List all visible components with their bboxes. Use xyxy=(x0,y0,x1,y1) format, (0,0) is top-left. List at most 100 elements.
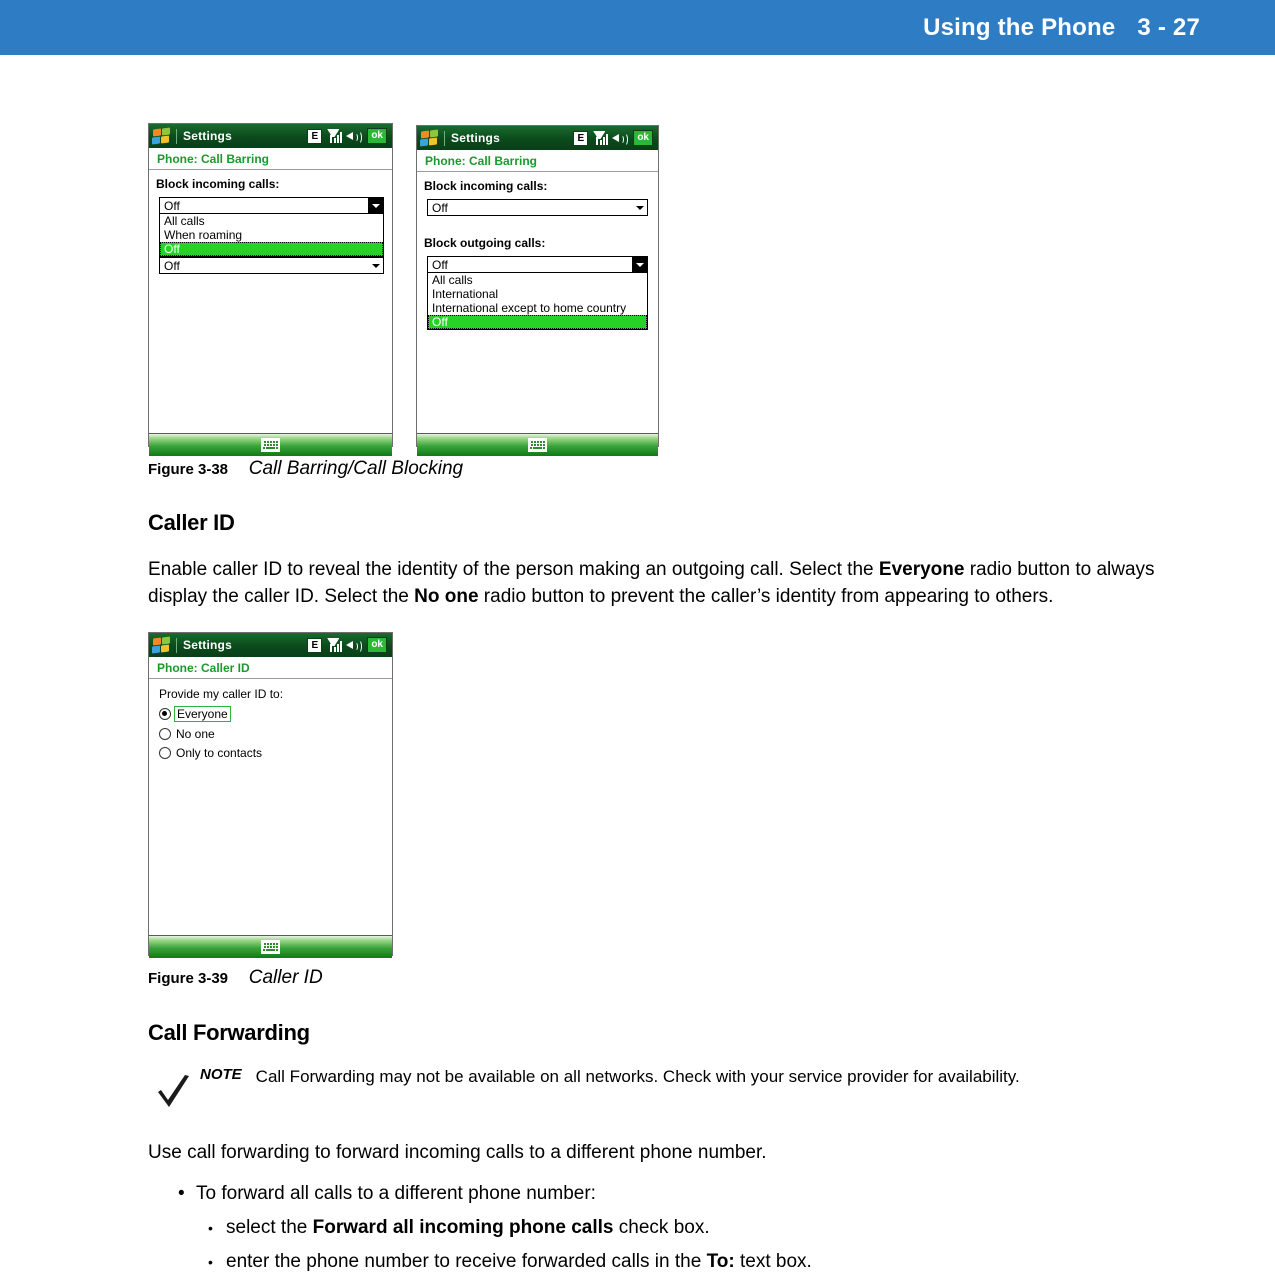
note-text: Call Forwarding may not be available on … xyxy=(255,1067,1020,1086)
dropdown-option-selected[interactable]: Off xyxy=(428,315,647,329)
figure-number: Figure 3-38 xyxy=(148,461,229,478)
titlebar-divider xyxy=(444,130,445,146)
chevron-down-icon[interactable] xyxy=(632,257,647,272)
windows-start-icon[interactable] xyxy=(152,635,171,654)
dropdown-option[interactable]: When roaming xyxy=(160,228,383,242)
radio-option-everyone[interactable]: Everyone xyxy=(159,706,392,722)
list-item: To forward all calls to a different phon… xyxy=(170,1177,1210,1279)
figure-title: Call Barring/Call Blocking xyxy=(248,458,464,479)
sub-bullet-bold: Forward all incoming phone calls xyxy=(312,1217,614,1238)
sub-bullet-text: check box. xyxy=(613,1217,710,1238)
edge-network-icon: E xyxy=(573,130,589,146)
dropdown-option[interactable]: International except to home country xyxy=(428,301,647,315)
ok-button[interactable]: ok xyxy=(367,128,387,144)
block-incoming-calls-label: Block incoming calls: xyxy=(156,177,280,191)
checkmark-icon xyxy=(156,1066,200,1119)
dropdown-option-selected[interactable]: Off xyxy=(160,242,383,256)
sub-bullet-text: text box. xyxy=(734,1251,812,1272)
speaker-volume-icon[interactable] xyxy=(346,130,363,144)
block-outgoing-calls-dropdown[interactable]: All calls International International ex… xyxy=(427,273,648,330)
call-forwarding-sub-list: select the Forward all incoming phone ca… xyxy=(196,1211,1210,1279)
block-incoming-calls-label: Block incoming calls: xyxy=(424,179,548,193)
chevron-down-icon[interactable] xyxy=(368,198,383,213)
note-block: NOTE Call Forwarding may not be availabl… xyxy=(156,1066,1206,1119)
device-body: Provide my caller ID to: Everyone No one… xyxy=(149,679,392,935)
device-titlebar: Settings E ok xyxy=(149,633,392,657)
caller-id-prompt: Provide my caller ID to: xyxy=(159,687,284,701)
block-incoming-calls-dropdown[interactable]: All calls When roaming Off xyxy=(159,214,384,257)
combo-value: Off xyxy=(164,198,180,213)
page-header-content: Using the Phone 3 - 27 xyxy=(923,0,1200,55)
ok-button[interactable]: ok xyxy=(633,130,653,146)
windows-start-icon[interactable] xyxy=(152,126,171,145)
figure-number: Figure 3-39 xyxy=(148,970,229,987)
speaker-volume-icon[interactable] xyxy=(346,639,363,653)
section-heading-call-forwarding: Call Forwarding xyxy=(148,1020,310,1045)
signal-strength-icon[interactable] xyxy=(327,129,343,143)
radio-icon-selected[interactable] xyxy=(159,708,171,720)
chevron-down-icon[interactable] xyxy=(632,200,647,215)
block-incoming-calls-combo[interactable]: Off xyxy=(159,197,384,214)
dropdown-option[interactable]: All calls xyxy=(428,273,647,287)
paragraph-text: Enable caller ID to reveal the identity … xyxy=(148,559,879,580)
screenshot-call-barring-outgoing: Settings E ok Phone: Call Barring Block … xyxy=(416,125,659,456)
combo-value: Off xyxy=(432,257,448,272)
signal-strength-icon[interactable] xyxy=(593,131,609,145)
call-forwarding-bullet-list: To forward all calls to a different phon… xyxy=(170,1177,1210,1279)
device-softkey-bar xyxy=(149,433,392,456)
radio-icon[interactable] xyxy=(159,728,171,740)
titlebar-divider xyxy=(176,637,177,653)
device-softkey-bar xyxy=(417,433,658,456)
dropdown-option[interactable]: All calls xyxy=(160,214,383,228)
titlebar-divider xyxy=(176,128,177,144)
call-forwarding-intro: Use call forwarding to forward incoming … xyxy=(148,1142,767,1163)
speaker-volume-icon[interactable] xyxy=(612,132,629,146)
sub-bullet-bold: To: xyxy=(706,1251,735,1272)
block-outgoing-calls-label: Block outgoing calls: xyxy=(424,236,546,250)
radio-icon[interactable] xyxy=(159,747,171,759)
windows-start-icon[interactable] xyxy=(420,128,439,147)
screenshot-call-barring-incoming: Settings E ok Phone: Call Barring Block … xyxy=(148,123,393,456)
block-incoming-calls-combo[interactable]: Off xyxy=(427,199,648,216)
paragraph-bold-everyone: Everyone xyxy=(878,559,965,580)
figure-caption-3-39: Figure 3-39 Caller ID xyxy=(148,967,323,989)
combo-value: Off xyxy=(432,200,448,215)
device-titlebar: Settings E ok xyxy=(149,124,392,148)
chevron-down-icon[interactable] xyxy=(368,258,383,273)
paragraph-text: radio button to prevent the caller’s ide… xyxy=(478,586,1054,607)
list-item: select the Forward all incoming phone ca… xyxy=(196,1211,1210,1245)
titlebar-status-icons: E ok xyxy=(307,637,389,653)
keyboard-icon[interactable] xyxy=(528,438,547,452)
titlebar-app-name: Settings xyxy=(451,131,500,145)
block-outgoing-calls-combo[interactable]: Off xyxy=(159,257,384,274)
page-header-band: Using the Phone 3 - 27 xyxy=(0,0,1275,55)
device-page-subtitle: Phone: Caller ID xyxy=(149,657,392,679)
figure-title: Caller ID xyxy=(248,967,323,988)
page-number: 3 - 27 xyxy=(1137,13,1200,41)
radio-option-only-to-contacts[interactable]: Only to contacts xyxy=(159,746,392,760)
ok-button[interactable]: ok xyxy=(367,637,387,653)
screenshot-caller-id: Settings E ok Phone: Caller ID Provide m… xyxy=(148,632,393,958)
combo-value: Off xyxy=(164,258,180,273)
titlebar-app-name: Settings xyxy=(183,638,232,652)
device-titlebar: Settings E ok xyxy=(417,126,658,150)
edge-network-icon: E xyxy=(307,637,323,653)
titlebar-app-name: Settings xyxy=(183,129,232,143)
figure-caption-3-38: Figure 3-38 Call Barring/Call Blocking xyxy=(148,458,463,480)
section-heading-caller-id: Caller ID xyxy=(148,510,235,535)
device-page-subtitle: Phone: Call Barring xyxy=(149,148,392,170)
caller-id-paragraph: Enable caller ID to reveal the identity … xyxy=(148,556,1208,610)
radio-option-no-one[interactable]: No one xyxy=(159,727,392,741)
radio-label: No one xyxy=(176,727,215,741)
keyboard-icon[interactable] xyxy=(261,940,280,954)
sub-bullet-text: select the xyxy=(226,1217,313,1238)
dropdown-option[interactable]: International xyxy=(428,287,647,301)
note-label: NOTE xyxy=(200,1066,242,1083)
keyboard-icon[interactable] xyxy=(261,438,280,452)
titlebar-status-icons: E ok xyxy=(573,130,655,146)
signal-strength-icon[interactable] xyxy=(327,638,343,652)
radio-label: Everyone xyxy=(174,706,231,722)
device-body: Block incoming calls: Off Block outgoing… xyxy=(417,179,658,433)
device-page-subtitle: Phone: Call Barring xyxy=(417,150,658,172)
block-outgoing-calls-combo[interactable]: Off xyxy=(427,256,648,273)
